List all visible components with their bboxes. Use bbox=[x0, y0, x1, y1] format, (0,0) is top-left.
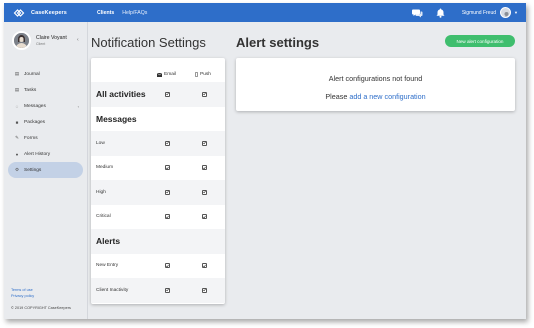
notification-settings-card: Email Push All activities Messages Low M… bbox=[91, 58, 225, 304]
section-alerts: Alerts bbox=[91, 229, 225, 254]
medium-email-checkbox[interactable] bbox=[165, 165, 170, 171]
row-label: Low bbox=[96, 140, 105, 146]
row-medium: Medium bbox=[91, 156, 225, 181]
row-label: All activities bbox=[96, 89, 146, 100]
messages-icon: ◌ bbox=[15, 103, 19, 109]
sidebar-item-label: Forms bbox=[24, 135, 38, 141]
sidebar-item-packages[interactable]: ■ Packages bbox=[8, 114, 83, 130]
email-column-header: Email bbox=[157, 72, 176, 77]
row-label: New Entry bbox=[96, 263, 119, 269]
alert-history-icon: ● bbox=[15, 151, 19, 157]
client-name: Claire Voyant bbox=[36, 35, 67, 41]
client-inactivity-email-checkbox[interactable] bbox=[165, 287, 170, 293]
row-label: High bbox=[96, 189, 106, 195]
section-messages: Messages bbox=[91, 106, 225, 131]
bell-icon[interactable] bbox=[435, 7, 446, 18]
high-push-checkbox[interactable] bbox=[202, 189, 207, 195]
alert-settings-title: Alert settings bbox=[236, 35, 320, 50]
row-all-activities: All activities bbox=[91, 82, 225, 107]
chat-icon[interactable] bbox=[411, 7, 423, 18]
envelope-icon bbox=[157, 72, 162, 77]
hint-prefix: Please bbox=[325, 92, 348, 101]
user-menu-chevron-down-icon[interactable]: ▼ bbox=[514, 10, 518, 15]
sidebar-item-label: Messages bbox=[24, 103, 46, 109]
client-inactivity-push-checkbox[interactable] bbox=[202, 287, 207, 293]
sidebar-item-label: Alert History bbox=[24, 151, 51, 157]
sidebar-item-messages[interactable]: ◌ Messages ‹ bbox=[8, 98, 83, 114]
chevron-left-icon: ‹ bbox=[77, 103, 79, 109]
push-column-label: Push bbox=[200, 72, 211, 77]
notification-settings-title: Notification Settings bbox=[91, 35, 206, 50]
section-heading: Messages bbox=[96, 113, 137, 124]
sidebar-item-tasks[interactable]: ▤ Tasks bbox=[8, 82, 83, 98]
email-column-label: Email bbox=[164, 72, 176, 77]
all-activities-push-checkbox[interactable] bbox=[202, 91, 207, 97]
notification-rows: All activities Messages Low Medium High bbox=[91, 82, 225, 303]
logo[interactable]: CaseKeepers bbox=[10, 6, 67, 20]
client-role: Client bbox=[36, 42, 46, 46]
sidebar-item-label: Settings bbox=[24, 167, 42, 173]
low-email-checkbox[interactable] bbox=[165, 140, 170, 146]
casekeepers-logo-icon bbox=[13, 8, 25, 17]
sidebar-item-settings[interactable]: ⚙ Settings bbox=[8, 162, 83, 178]
critical-email-checkbox[interactable] bbox=[165, 214, 170, 220]
sidebar-footer: Terms of use Privacy policy © 2019 COPYR… bbox=[11, 287, 71, 310]
sidebar-item-label: Journal bbox=[24, 71, 40, 77]
high-email-checkbox[interactable] bbox=[165, 189, 170, 195]
user-name[interactable]: Sigmund Freud bbox=[462, 10, 496, 16]
packages-icon: ■ bbox=[15, 119, 19, 125]
new-entry-email-checkbox[interactable] bbox=[165, 263, 170, 269]
row-critical: Critical bbox=[91, 205, 225, 230]
tasks-icon: ▤ bbox=[14, 87, 20, 92]
privacy-link[interactable]: Privacy policy bbox=[11, 293, 71, 299]
push-column-header: Push bbox=[195, 72, 211, 77]
sidebar-item-journal[interactable]: ▤ Journal bbox=[8, 66, 83, 82]
main-nav: Clients Help/FAQs bbox=[97, 8, 155, 18]
logo-text: CaseKeepers bbox=[31, 9, 67, 16]
app-window: CaseKeepers Clients Help/FAQs Sigmund Fr… bbox=[4, 3, 526, 319]
top-navbar: CaseKeepers Clients Help/FAQs Sigmund Fr… bbox=[4, 3, 526, 22]
row-low: Low bbox=[91, 131, 225, 156]
add-configuration-link[interactable]: add a new configuration bbox=[349, 92, 425, 101]
copyright: © 2019 COPYRIGHT CaseKeepers bbox=[11, 306, 71, 310]
empty-state-message: Alert configurations not found bbox=[328, 74, 423, 83]
sidebar: Claire Voyant Client ‹ ▤ Journal ▤ Tasks… bbox=[4, 22, 88, 319]
sidebar-item-label: Tasks bbox=[24, 87, 37, 93]
mobile-icon bbox=[195, 72, 198, 77]
row-high: High bbox=[91, 180, 225, 205]
chevron-left-icon[interactable]: ‹ bbox=[77, 37, 79, 43]
client-profile[interactable]: Claire Voyant Client bbox=[4, 22, 87, 50]
sidebar-item-forms[interactable]: ✎ Forms bbox=[8, 130, 83, 146]
alert-settings-card: Alert configurations not found Please ad… bbox=[236, 58, 515, 111]
nav-help-faqs[interactable]: Help/FAQs bbox=[122, 8, 147, 18]
client-avatar bbox=[12, 31, 31, 50]
user-avatar[interactable] bbox=[500, 7, 512, 18]
client-profile-text: Claire Voyant Client bbox=[36, 35, 67, 46]
row-label: Client Inactivity bbox=[96, 287, 129, 293]
empty-state-hint: Please add a new configuration bbox=[236, 92, 515, 101]
section-heading: Alerts bbox=[96, 236, 121, 247]
all-activities-email-checkbox[interactable] bbox=[165, 91, 170, 97]
row-new-entry: New Entry bbox=[91, 254, 225, 279]
sidebar-item-label: Packages bbox=[24, 119, 46, 125]
new-entry-push-checkbox[interactable] bbox=[202, 263, 207, 269]
critical-push-checkbox[interactable] bbox=[202, 214, 207, 220]
forms-icon: ✎ bbox=[15, 135, 19, 140]
sidebar-menu: ▤ Journal ▤ Tasks ◌ Messages ‹ ■ Package… bbox=[4, 66, 87, 178]
nav-clients[interactable]: Clients bbox=[97, 8, 114, 18]
low-push-checkbox[interactable] bbox=[202, 140, 207, 146]
sidebar-item-alert-history[interactable]: ● Alert History bbox=[8, 146, 83, 162]
medium-push-checkbox[interactable] bbox=[202, 165, 207, 171]
top-right-controls: Sigmund Freud ▼ bbox=[411, 7, 518, 18]
row-label: Critical bbox=[96, 214, 111, 220]
new-alert-configuration-button[interactable]: New alert configuration bbox=[445, 35, 515, 47]
settings-icon: ⚙ bbox=[14, 167, 20, 172]
row-client-inactivity: Client Inactivity bbox=[91, 278, 225, 303]
journal-icon: ▤ bbox=[14, 71, 20, 76]
row-label: Medium bbox=[96, 165, 114, 171]
